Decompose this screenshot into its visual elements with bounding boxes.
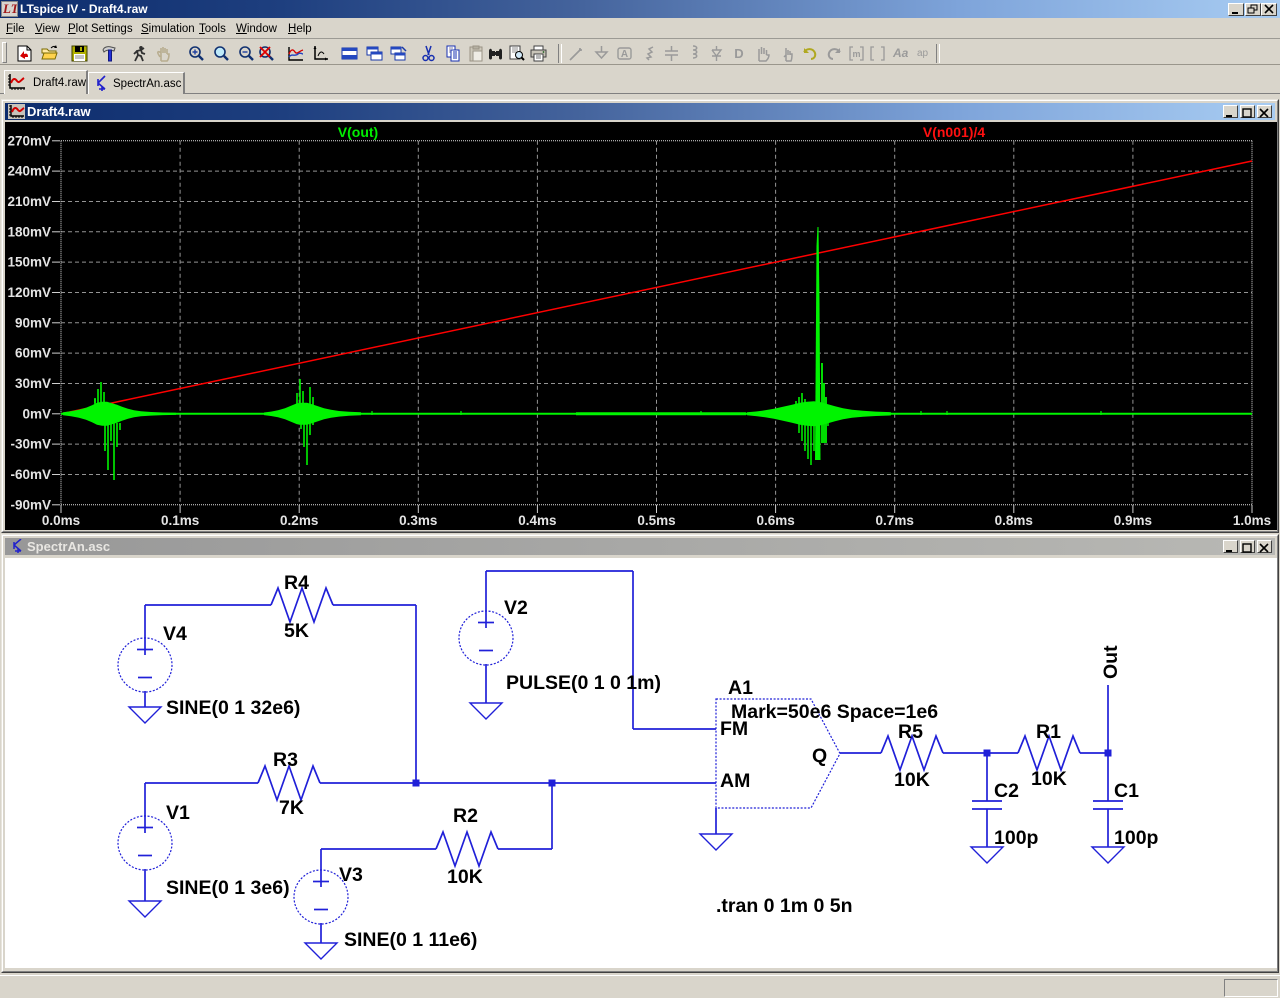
- svg-text:R5: R5: [898, 721, 923, 743]
- svg-text:210mV: 210mV: [7, 194, 51, 209]
- svg-text:SINE(0 1 32e6): SINE(0 1 32e6): [166, 697, 300, 719]
- svg-text:0mV: 0mV: [22, 406, 51, 421]
- svg-text:180mV: 180mV: [7, 224, 51, 239]
- svg-text:60mV: 60mV: [15, 346, 51, 361]
- svg-text:Aa: Aa: [892, 46, 909, 60]
- svg-text:V2: V2: [504, 597, 528, 619]
- svg-text:100p: 100p: [1114, 827, 1159, 849]
- svg-text:5K: 5K: [284, 620, 309, 642]
- svg-text:30mV: 30mV: [15, 376, 51, 391]
- svg-text:R2: R2: [453, 805, 478, 827]
- svg-text:ap: ap: [917, 48, 929, 59]
- svg-text:Out: Out: [1100, 645, 1122, 679]
- svg-text:Mark=50e6 Space=1e6: Mark=50e6 Space=1e6: [731, 701, 938, 723]
- svg-text:240mV: 240mV: [7, 164, 51, 179]
- svg-text:150mV: 150mV: [7, 255, 51, 270]
- svg-text:V(n001)/4: V(n001)/4: [923, 124, 985, 140]
- svg-text:LT: LT: [2, 2, 17, 16]
- svg-text:100p: 100p: [994, 827, 1039, 849]
- svg-text:SINE(0 1 11e6): SINE(0 1 11e6): [344, 929, 477, 951]
- svg-text:V3: V3: [339, 864, 363, 886]
- svg-text:1.0ms: 1.0ms: [1233, 513, 1271, 528]
- svg-text:R3: R3: [273, 749, 298, 771]
- svg-text:0.4ms: 0.4ms: [518, 513, 556, 528]
- svg-text:0.0ms: 0.0ms: [42, 513, 80, 528]
- svg-text:120mV: 120mV: [7, 285, 51, 300]
- svg-text:m: m: [852, 49, 860, 59]
- svg-text:0.6ms: 0.6ms: [756, 513, 794, 528]
- svg-text:A1: A1: [728, 677, 753, 699]
- svg-text:7K: 7K: [279, 797, 304, 819]
- svg-text:-30mV: -30mV: [10, 437, 51, 452]
- svg-text:0.7ms: 0.7ms: [876, 513, 914, 528]
- svg-text:FM: FM: [720, 718, 748, 740]
- svg-text:10K: 10K: [894, 769, 930, 791]
- svg-text:90mV: 90mV: [15, 315, 51, 330]
- svg-text:0.3ms: 0.3ms: [399, 513, 437, 528]
- svg-text:0.8ms: 0.8ms: [995, 513, 1033, 528]
- svg-text:0.9ms: 0.9ms: [1114, 513, 1152, 528]
- svg-text:0.2ms: 0.2ms: [280, 513, 318, 528]
- svg-text:SINE(0 1 3e6): SINE(0 1 3e6): [166, 877, 290, 899]
- svg-text:AM: AM: [720, 770, 750, 792]
- svg-text:Q: Q: [812, 745, 827, 767]
- svg-text:-90mV: -90mV: [10, 497, 51, 512]
- svg-text:PULSE(0 1 0 1m): PULSE(0 1 0 1m): [506, 672, 661, 694]
- svg-text:10K: 10K: [447, 866, 483, 888]
- svg-text:R4: R4: [284, 572, 309, 594]
- svg-text:V(out): V(out): [338, 124, 378, 140]
- svg-text:-60mV: -60mV: [10, 467, 51, 482]
- svg-text:V4: V4: [163, 623, 187, 645]
- svg-text:A: A: [621, 49, 628, 60]
- svg-text:C1: C1: [1114, 780, 1139, 802]
- svg-text:0.5ms: 0.5ms: [637, 513, 675, 528]
- svg-text:D: D: [734, 46, 743, 61]
- svg-text:.tran 0 1m 0 5n: .tran 0 1m 0 5n: [716, 895, 853, 917]
- svg-text:R1: R1: [1036, 721, 1061, 743]
- svg-text:10K: 10K: [1031, 768, 1067, 790]
- svg-text:0.1ms: 0.1ms: [161, 513, 199, 528]
- svg-text:270mV: 270mV: [7, 133, 51, 148]
- svg-text:C2: C2: [994, 780, 1019, 802]
- svg-text:V1: V1: [166, 802, 190, 824]
